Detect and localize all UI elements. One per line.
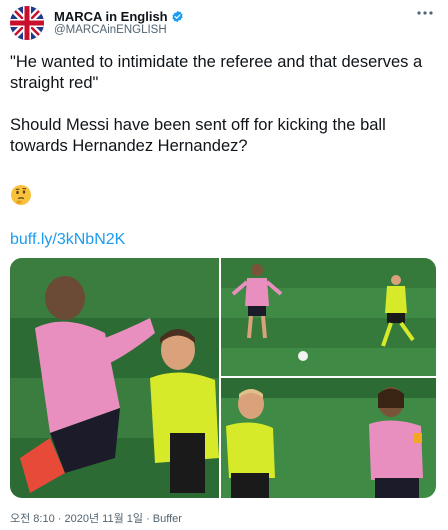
media-grid[interactable] (10, 258, 436, 498)
account-name[interactable]: MARCA in English (54, 9, 168, 24)
referee-and-messi-image (221, 378, 436, 498)
media-panel-top-right[interactable] (221, 258, 436, 376)
account-avatar[interactable] (10, 6, 44, 40)
tweet-metadata: 오전 8:10 · 2020년 11월 1일 · Buffer (10, 510, 182, 526)
account-handle[interactable]: @MARCAinENGLISH (54, 24, 167, 36)
player-kicking-ball-image (221, 258, 436, 376)
player-referee-image (10, 258, 219, 498)
tweet-text: "He wanted to intimidate the referee and… (10, 53, 423, 155)
tweet-source[interactable]: Buffer (153, 513, 182, 525)
thinking-face-icon (10, 184, 32, 206)
more-options-icon[interactable] (414, 4, 436, 22)
tweet-link[interactable]: buff.ly/3kNbN2K (10, 231, 125, 249)
media-panel-main[interactable] (10, 258, 219, 498)
verified-badge-icon (172, 10, 183, 23)
union-flag-icon (10, 6, 44, 40)
tweet-date[interactable]: 2020년 11월 1일 (65, 513, 143, 525)
meta-separator: · (57, 513, 62, 525)
tweet-card: MARCA in English @MARCAinENGLISH "He wan… (0, 0, 448, 530)
media-panel-bottom-right[interactable] (221, 378, 436, 498)
account-name-row: MARCA in English (54, 9, 184, 24)
meta-separator: · (146, 513, 150, 525)
tweet-time[interactable]: 오전 8:10 (10, 513, 55, 525)
